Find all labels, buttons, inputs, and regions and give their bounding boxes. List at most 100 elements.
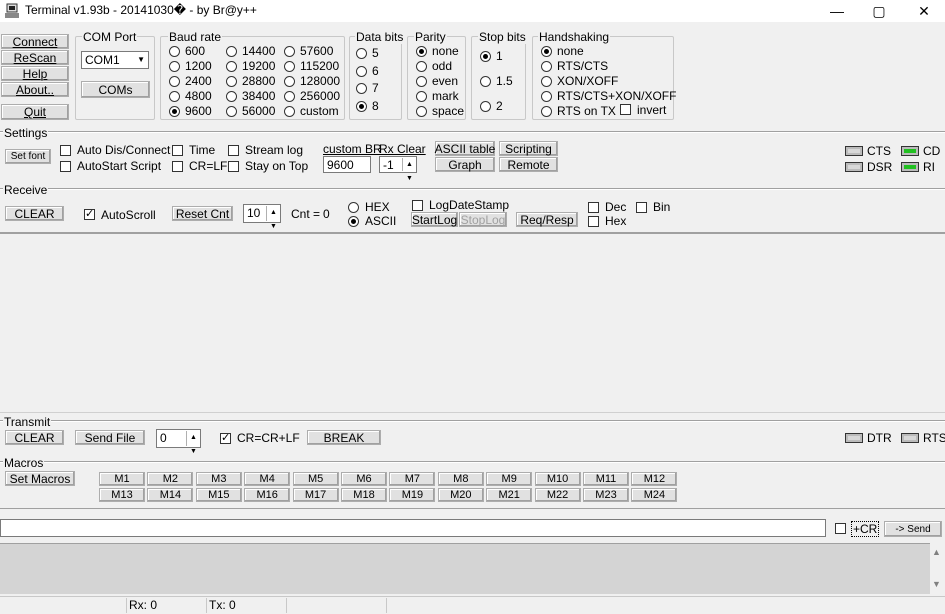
data-bits-7-radio[interactable] — [356, 83, 367, 94]
baud-38400-radio[interactable] — [226, 91, 237, 102]
macro-m19-button[interactable]: M19 — [389, 488, 436, 502]
baud-256000-radio[interactable] — [284, 91, 295, 102]
cr-crlf-checkbox[interactable] — [220, 431, 231, 445]
spin-up-icon[interactable]: ▲ — [403, 158, 416, 172]
macro-m5-button[interactable]: M5 — [292, 472, 339, 486]
macro-m2-button[interactable]: M2 — [147, 472, 194, 486]
scroll-down-icon[interactable]: ▼ — [932, 579, 941, 589]
handshaking-none-radio[interactable] — [541, 46, 552, 57]
reset-cnt-button[interactable]: Reset Cnt — [172, 206, 233, 221]
macro-m11-button[interactable]: M11 — [583, 472, 629, 486]
req-resp-button[interactable]: Req/Resp — [516, 212, 578, 227]
macro-m24-button[interactable]: M24 — [631, 488, 678, 502]
baud-115200-radio[interactable] — [284, 61, 295, 72]
parity-mark-radio[interactable] — [416, 91, 427, 102]
macro-m15-button[interactable]: M15 — [195, 488, 242, 502]
macro-m13-button[interactable]: M13 — [99, 488, 145, 502]
macro-m20-button[interactable]: M20 — [437, 488, 484, 502]
macro-m9-button[interactable]: M9 — [486, 472, 533, 486]
close-button[interactable]: ✕ — [901, 0, 945, 22]
macro-m6-button[interactable]: M6 — [341, 472, 387, 486]
invert-checkbox[interactable] — [620, 104, 631, 115]
minimize-button[interactable]: — — [814, 0, 860, 22]
connect-button[interactable]: Connect — [1, 34, 69, 49]
macro-m4-button[interactable]: M4 — [244, 472, 291, 486]
transmit-clear-button[interactable]: CLEAR — [5, 430, 64, 445]
macro-m1-button[interactable]: M1 — [99, 472, 145, 486]
plus-cr-checkbox[interactable] — [835, 523, 846, 534]
ascii-table-button[interactable]: ASCII table — [435, 141, 495, 156]
cr-lf-checkbox[interactable] — [172, 161, 183, 172]
macro-m21-button[interactable]: M21 — [486, 488, 533, 502]
set-font-button[interactable]: Set font — [5, 149, 51, 164]
send-input[interactable] — [0, 519, 826, 537]
baud-56000-radio[interactable] — [226, 106, 237, 117]
baud-custom-radio[interactable] — [284, 106, 295, 117]
break-button[interactable]: BREAK — [307, 430, 381, 445]
stay-on-top-checkbox[interactable] — [228, 161, 239, 172]
macro-m10-button[interactable]: M10 — [534, 472, 581, 486]
baud-4800-radio[interactable] — [169, 91, 180, 102]
receive-clear-button[interactable]: CLEAR — [5, 206, 64, 221]
stream-log-checkbox[interactable] — [228, 145, 239, 156]
spin-up-icon[interactable]: ▲ — [187, 431, 200, 445]
quit-button[interactable]: Quit — [1, 104, 69, 120]
macro-m14-button[interactable]: M14 — [147, 488, 194, 502]
set-macros-button[interactable]: Set Macros — [5, 471, 75, 486]
hex-checkbox[interactable] — [588, 216, 599, 227]
baud-57600-radio[interactable] — [284, 46, 295, 57]
receive-text-area[interactable] — [0, 232, 945, 413]
data-bits-6-radio[interactable] — [356, 65, 367, 77]
macro-m16-button[interactable]: M16 — [244, 488, 291, 502]
stop-bits-1-5-radio[interactable] — [480, 76, 491, 87]
spin-up-icon[interactable]: ▲ — [267, 206, 280, 220]
time-checkbox[interactable] — [172, 145, 183, 156]
auto-dis-connect-checkbox[interactable] — [60, 145, 71, 156]
baud-14400-radio[interactable] — [226, 46, 237, 57]
send-file-button[interactable]: Send File — [75, 430, 145, 445]
custom-br-input[interactable]: 9600 — [323, 156, 371, 173]
spin-down-icon[interactable]: ▼ — [403, 172, 416, 186]
macro-m17-button[interactable]: M17 — [292, 488, 339, 502]
parity-odd-radio[interactable] — [416, 61, 427, 72]
help-button[interactable]: Help — [1, 66, 69, 81]
ascii-radio[interactable] — [348, 216, 359, 227]
baud-19200-radio[interactable] — [226, 61, 237, 72]
com-port-select[interactable]: COM1 ▼ — [81, 51, 149, 69]
output-area[interactable] — [0, 543, 930, 594]
handshaking-xon-xoff-radio[interactable] — [541, 76, 552, 87]
cnt-spin-arrows[interactable]: ▲ ▼ — [266, 206, 280, 230]
maximize-button[interactable]: ▢ — [856, 0, 902, 22]
output-scrollbar[interactable]: ▲ ▼ — [930, 543, 945, 594]
macro-m3-button[interactable]: M3 — [195, 472, 242, 486]
stop-bits-1-radio[interactable] — [480, 51, 491, 62]
baud-28800-radio[interactable] — [226, 76, 237, 87]
scroll-up-icon[interactable]: ▲ — [932, 547, 941, 557]
coms-button[interactable]: COMs — [81, 81, 150, 98]
baud-2400-radio[interactable] — [169, 76, 180, 87]
send-button[interactable]: -> Send — [884, 521, 942, 537]
parity-space-radio[interactable] — [416, 106, 427, 117]
baud-128000-radio[interactable] — [284, 76, 295, 87]
baud-1200-radio[interactable] — [169, 61, 180, 72]
rx-clear-arrows[interactable]: ▲ ▼ — [402, 158, 416, 182]
dec-checkbox[interactable] — [588, 202, 599, 213]
log-date-stamp-checkbox[interactable] — [412, 200, 423, 211]
baud-600-radio[interactable] — [169, 46, 180, 57]
handshaking-rts-cts-radio[interactable] — [541, 61, 552, 72]
baud-9600-radio[interactable] — [169, 106, 180, 117]
remote-button[interactable]: Remote — [499, 157, 558, 172]
graph-button[interactable]: Graph — [435, 157, 495, 172]
scripting-button[interactable]: Scripting — [499, 141, 558, 156]
macro-m22-button[interactable]: M22 — [534, 488, 581, 502]
start-log-button[interactable]: StartLog — [411, 212, 458, 227]
transmit-spin-arrows[interactable]: ▲ ▼ — [186, 431, 200, 455]
about-button[interactable]: About.. — [1, 82, 69, 97]
cnt-spinner[interactable]: 10 ▲ ▼ — [243, 204, 281, 230]
stop-log-button[interactable]: StopLog — [459, 212, 507, 227]
macro-m7-button[interactable]: M7 — [389, 472, 436, 486]
spin-down-icon[interactable]: ▼ — [187, 445, 200, 459]
handshaking-rts-cts-xon-xoff-radio[interactable] — [541, 91, 552, 102]
macro-m23-button[interactable]: M23 — [583, 488, 629, 502]
rescan-button[interactable]: ReScan — [1, 50, 69, 65]
